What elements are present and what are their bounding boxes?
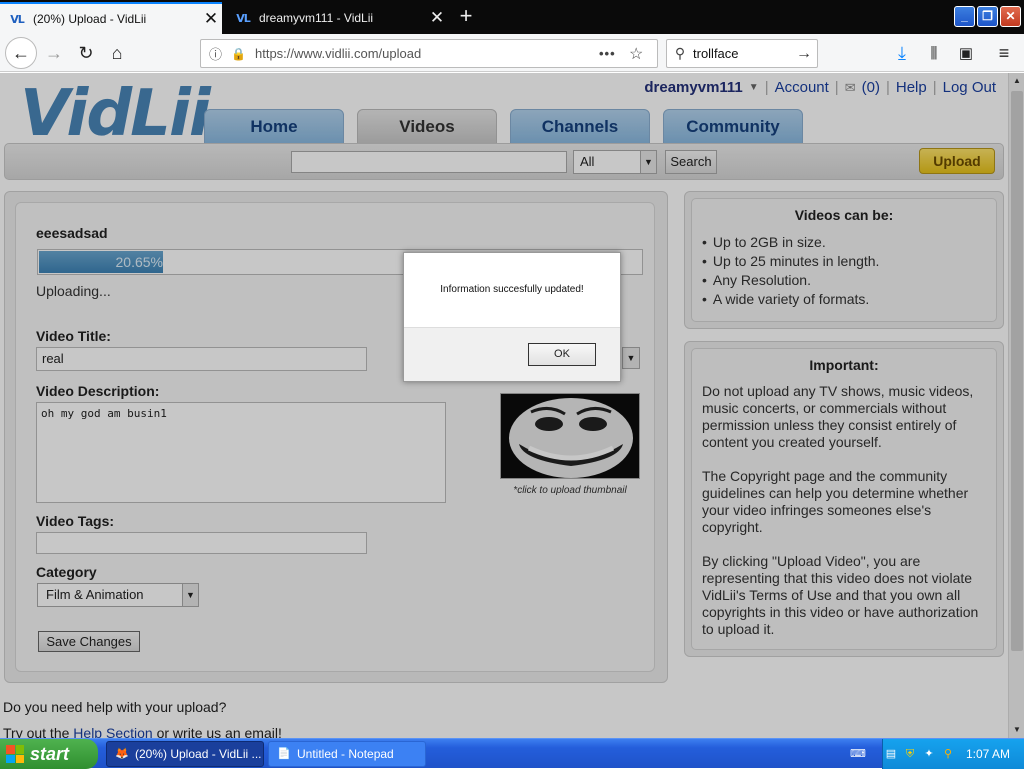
alert-dialog: Information succesfully updated! OK bbox=[403, 252, 621, 382]
taskbar-item-notepad[interactable]: 📄 Untitled - Notepad bbox=[268, 741, 426, 767]
back-button[interactable]: ← bbox=[5, 37, 37, 69]
home-button[interactable]: ⌂ bbox=[103, 39, 131, 67]
close-tab-icon[interactable]: ✕ bbox=[426, 8, 448, 28]
vidlii-favicon-icon: VL bbox=[10, 12, 25, 26]
alert-footer: OK bbox=[404, 327, 620, 381]
tab-strip: VL (20%) Upload - VidLii ✕ VL dreamyvm11… bbox=[0, 0, 1024, 34]
shield-icon[interactable]: ⛨ bbox=[903, 747, 917, 761]
system-tray: ▤ ⛨ ✦ ⚲ 1:07 AM bbox=[882, 739, 1024, 769]
bookmark-star-icon[interactable]: ☆ bbox=[629, 44, 657, 64]
task-label: (20%) Upload - VidLii ... bbox=[135, 747, 262, 761]
modal-overlay bbox=[0, 73, 1024, 738]
url-text[interactable]: https://www.vidlii.com/upload bbox=[247, 46, 599, 61]
network-icon[interactable]: ▤ bbox=[884, 747, 898, 761]
minimize-button[interactable]: _ bbox=[954, 6, 975, 27]
sidebar-icon[interactable]: ▣ bbox=[952, 39, 980, 67]
close-window-button[interactable]: ✕ bbox=[1000, 6, 1021, 27]
library-icon[interactable]: ⫼ bbox=[920, 39, 948, 67]
tab-upload[interactable]: VL (20%) Upload - VidLii ✕ bbox=[0, 2, 222, 34]
firefox-icon: 🦊 bbox=[115, 748, 129, 760]
search-query[interactable]: trollface bbox=[693, 46, 791, 61]
windows-flag-icon bbox=[6, 745, 24, 763]
tab-channel[interactable]: VL dreamyvm111 - VidLii ✕ bbox=[226, 2, 448, 34]
address-bar[interactable]: ⓘ 🔒 https://www.vidlii.com/upload ••• ☆ bbox=[200, 39, 658, 68]
task-label: Untitled - Notepad bbox=[297, 747, 394, 761]
alert-message: Information succesfully updated! bbox=[440, 284, 584, 295]
search-go-icon[interactable]: → bbox=[791, 45, 817, 63]
windows-taskbar: start 🦊 (20%) Upload - VidLii ... 📄 Unti… bbox=[0, 738, 1024, 769]
maximize-button[interactable]: ❐ bbox=[977, 6, 998, 27]
new-tab-button[interactable]: + bbox=[452, 4, 480, 30]
menu-icon[interactable]: ≡ bbox=[990, 39, 1018, 67]
security-icon[interactable]: ✦ bbox=[922, 747, 936, 761]
start-button[interactable]: start bbox=[0, 739, 98, 769]
page-actions-icon[interactable]: ••• bbox=[599, 46, 629, 61]
keyboard-icon[interactable]: ⌨ bbox=[850, 747, 866, 761]
taskbar-item-browser[interactable]: 🦊 (20%) Upload - VidLii ... bbox=[106, 741, 264, 767]
info-icon[interactable]: ⓘ bbox=[209, 44, 231, 63]
navigation-toolbar: ← → ↻ ⌂ ⓘ 🔒 https://www.vidlii.com/uploa… bbox=[0, 34, 1024, 72]
reload-button[interactable]: ↻ bbox=[72, 39, 100, 67]
forward-button[interactable]: → bbox=[40, 39, 68, 67]
lock-icon: 🔒 bbox=[231, 46, 246, 61]
close-tab-icon[interactable]: ✕ bbox=[200, 9, 222, 29]
tab-title: dreamyvm111 - VidLii bbox=[259, 11, 374, 25]
notepad-icon: 📄 bbox=[277, 748, 291, 760]
downloads-icon[interactable]: ⤓ bbox=[888, 39, 916, 67]
clock: 1:07 AM bbox=[965, 747, 1010, 761]
start-label: start bbox=[30, 743, 70, 764]
tab-title: (20%) Upload - VidLii bbox=[33, 12, 147, 26]
vidlii-favicon-icon: VL bbox=[236, 11, 251, 25]
ok-button[interactable]: OK bbox=[528, 343, 596, 366]
browser-window: VL (20%) Upload - VidLii ✕ VL dreamyvm11… bbox=[0, 0, 1024, 769]
search-icon[interactable]: ⚲ bbox=[941, 747, 955, 761]
search-icon: ⚲ bbox=[674, 45, 686, 61]
search-bar[interactable]: ⚲ trollface → bbox=[666, 39, 818, 68]
